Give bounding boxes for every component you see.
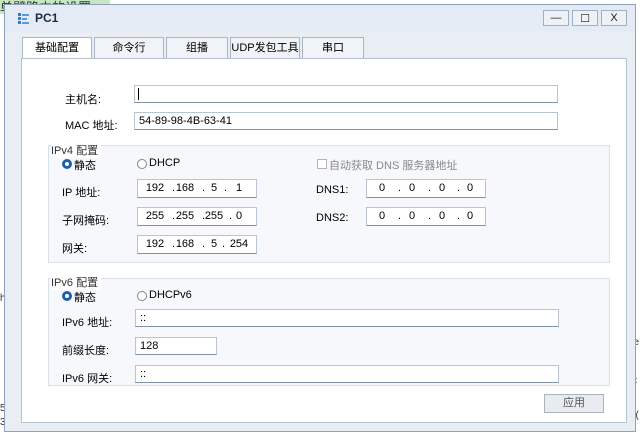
ip-address-input[interactable]: 192. 168. 5. 1 <box>137 179 257 198</box>
mask-octet: 255 <box>175 210 195 222</box>
subnet-mask-label: 子网掩码: <box>62 215 110 227</box>
hostname-label: 主机名: <box>65 94 102 106</box>
dns2-octet: 0 <box>408 210 416 222</box>
title-bar[interactable]: PC1 — ☐ X <box>5 5 635 31</box>
ipv4-static-label: 静态 <box>74 160 96 172</box>
mac-address-field[interactable]: 54-89-98-4B-63-41 <box>134 112 558 130</box>
maximize-button[interactable]: ☐ <box>572 10 598 26</box>
ipv6-gateway-input[interactable]: :: <box>135 365 559 383</box>
auto-dns-checkbox[interactable] <box>317 159 327 169</box>
pc-app-icon <box>18 13 29 24</box>
ipv4-config-group: IPv4 配置 静态 DHCP 自动获取 DNS 服务器地址 IP 地址: 19… <box>48 142 610 263</box>
ipv4-group-label: IPv4 配置 <box>51 142 102 158</box>
ipv6-address-label: IPv6 地址: <box>62 317 113 329</box>
ip-octet: 192 <box>145 182 165 194</box>
ipv6-dhcp-label: DHCPv6 <box>149 289 192 301</box>
mask-octet: 255 <box>145 210 165 222</box>
basic-config-panel: 主机名: MAC 地址: 54-89-98-4B-63-41 IPv4 配置 静… <box>21 58 627 423</box>
pc1-config-window: PC1 — ☐ X 基础配置 命令行 组播 UDP发包工具 串口 主机名: MA… <box>4 4 636 432</box>
dns2-label: DNS2: <box>316 212 349 224</box>
dns1-input[interactable]: 0. 0. 0. 0 <box>366 179 486 198</box>
ip-address-label: IP 地址: <box>62 187 101 199</box>
ipv6-config-group: IPv6 配置 静态 DHCPv6 IPv6 地址: :: 前缀长度: 128 … <box>48 274 610 386</box>
dns1-octet: 0 <box>438 182 446 194</box>
ipv4-dhcp-label: DHCP <box>149 157 181 169</box>
apply-button[interactable]: 应用 <box>544 394 604 413</box>
hostname-input[interactable] <box>134 85 558 103</box>
close-button[interactable]: X <box>601 10 627 26</box>
subnet-mask-input[interactable]: 255. 255. 255. 0 <box>137 207 257 226</box>
ipv6-dhcp-radio[interactable] <box>137 291 147 301</box>
mac-label: MAC 地址: <box>65 120 118 132</box>
auto-dns-label: 自动获取 DNS 服务器地址 <box>329 160 458 172</box>
ip-octet: 168 <box>175 182 195 194</box>
ipv4-static-radio[interactable] <box>62 159 72 169</box>
dns2-octet: 0 <box>378 210 386 222</box>
minimize-button[interactable]: — <box>543 10 569 26</box>
tab-command-line[interactable]: 命令行 <box>94 37 164 59</box>
dns1-octet: 0 <box>408 182 416 194</box>
dns2-octet: 0 <box>438 210 446 222</box>
ipv6-group-label: IPv6 配置 <box>51 274 102 290</box>
dns2-input[interactable]: 0. 0. 0. 0 <box>366 207 486 226</box>
mask-octet: 255 <box>204 210 224 222</box>
prefix-length-label: 前缀长度: <box>62 345 110 357</box>
ipv4-dhcp-radio[interactable] <box>137 159 147 169</box>
gateway-label: 网关: <box>62 243 88 255</box>
ip-octet: 1 <box>235 182 243 194</box>
gateway-input[interactable]: 192. 168. 5. 254 <box>137 235 257 254</box>
dns1-octet: 0 <box>378 182 386 194</box>
text-caret <box>138 88 139 100</box>
gateway-octet: 254 <box>229 238 249 250</box>
gateway-octet: 168 <box>175 238 195 250</box>
ipv6-address-input[interactable]: :: <box>135 309 559 327</box>
tab-basic-config[interactable]: 基础配置 <box>22 37 92 60</box>
dns1-label: DNS1: <box>316 184 349 196</box>
ipv6-static-label: 静态 <box>74 292 96 304</box>
ipv6-gateway-label: IPv6 网关: <box>62 373 113 385</box>
mask-octet: 0 <box>235 210 243 222</box>
dns1-octet: 0 <box>466 182 474 194</box>
window-title: PC1 <box>35 11 59 25</box>
tab-udp-tool[interactable]: UDP发包工具 <box>230 37 300 59</box>
dns2-octet: 0 <box>466 210 474 222</box>
tab-serial[interactable]: 串口 <box>302 37 364 59</box>
gateway-octet: 192 <box>145 238 165 250</box>
tab-multicast[interactable]: 组播 <box>166 37 228 59</box>
prefix-length-input[interactable]: 128 <box>135 337 217 355</box>
ipv6-static-radio[interactable] <box>62 291 72 301</box>
